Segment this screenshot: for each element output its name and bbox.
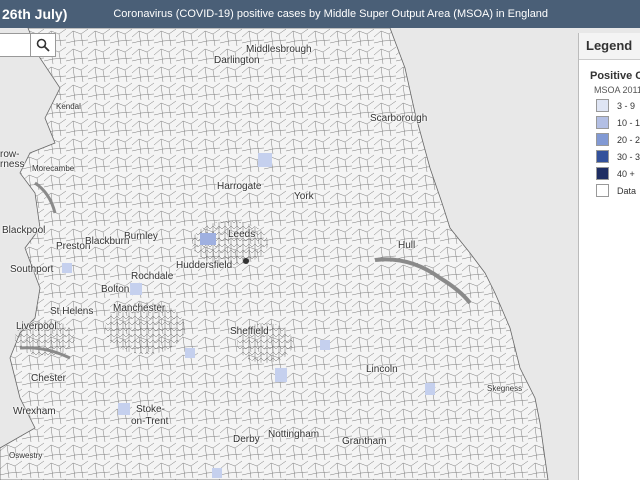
location-marker[interactable] [243, 258, 249, 264]
legend-subtitle: MSOA 2011 [594, 85, 640, 95]
legend-class: 20 - 2 [579, 131, 640, 148]
place-label: York [294, 191, 314, 202]
map-svg [0, 28, 640, 480]
highlight-area [130, 283, 142, 295]
place-label: rness [0, 159, 25, 170]
place-label: Bolton [101, 284, 130, 295]
legend-class-label: 10 - 1 [617, 117, 640, 128]
place-label: Blackburn [85, 236, 130, 247]
place-label: Blackpool [2, 225, 46, 236]
legend-class-label: 20 - 2 [617, 134, 640, 145]
place-label: Rochdale [131, 271, 174, 282]
place-label: Huddersfield [176, 260, 233, 271]
highlight-area [118, 403, 130, 415]
legend-class: Data [579, 182, 640, 199]
highlight-area [425, 383, 435, 395]
legend-class: 40 + [579, 165, 640, 182]
place-label: Harrogate [217, 181, 262, 192]
legend-layer-title: Positive C [590, 70, 640, 82]
place-label: Southport [10, 264, 54, 275]
place-label: St Helens [50, 306, 94, 317]
place-label: Wrexham [13, 406, 56, 417]
place-label: Skegness [487, 384, 523, 393]
search-icon [36, 38, 50, 52]
legend-class-label: Data [617, 185, 637, 196]
highlight-area [62, 263, 72, 273]
place-label: Morecambe [32, 164, 75, 173]
place-label: Manchester [113, 303, 166, 314]
legend-class-label: 3 - 9 [617, 100, 636, 111]
legend-swatch [596, 167, 609, 180]
legend-title[interactable]: Legend [579, 33, 640, 60]
place-label: Scarborough [370, 113, 428, 124]
legend-class: 3 - 9 [579, 97, 640, 114]
place-label: Chester [31, 373, 67, 384]
place-label: Leeds [228, 229, 256, 240]
legend-panel: Legend Positive C MSOA 2011 3 - 9 10 - 1… [578, 33, 640, 480]
place-label: Liverpool [16, 321, 57, 332]
highlight-area [275, 368, 287, 382]
place-label: Kendal [56, 102, 81, 111]
highlight-area [212, 468, 222, 478]
legend-classes: 3 - 9 10 - 1 20 - 2 30 - 3 40 + Data [579, 95, 640, 199]
legend-swatch [596, 150, 609, 163]
place-label: Hull [398, 240, 416, 251]
highlight-area [185, 348, 195, 358]
place-label: Nottingham [268, 429, 320, 440]
place-label: Lincoln [366, 364, 398, 375]
legend-class-label: 30 - 3 [617, 151, 640, 162]
place-label: Sheffield [230, 326, 269, 337]
search-button[interactable] [30, 33, 56, 57]
highlight-area [200, 233, 216, 245]
legend-swatch [596, 116, 609, 129]
highlight-area [258, 153, 272, 167]
place-label: Stoke- [136, 404, 165, 415]
highlight-area [320, 340, 330, 350]
map-header: 26th July) Coronavirus (COVID-19) positi… [0, 0, 640, 28]
legend-swatch [596, 99, 609, 112]
header-date: 26th July) [2, 6, 68, 22]
place-label: on-Trent [131, 416, 169, 427]
legend-swatch [596, 184, 609, 197]
map-title: Coronavirus (COVID-19) positive cases by… [113, 8, 549, 20]
legend-class: 10 - 1 [579, 114, 640, 131]
legend-swatch [596, 133, 609, 146]
place-label: Derby [233, 434, 260, 445]
search-input[interactable] [0, 34, 28, 56]
map-canvas[interactable] [0, 28, 640, 480]
legend-class-label: 40 + [617, 168, 635, 179]
place-label: Grantham [342, 436, 387, 447]
place-label: Darlington [214, 55, 260, 66]
legend-class: 30 - 3 [579, 148, 640, 165]
place-label: Middlesbrough [246, 44, 312, 55]
place-label: Oswestry [9, 451, 43, 460]
